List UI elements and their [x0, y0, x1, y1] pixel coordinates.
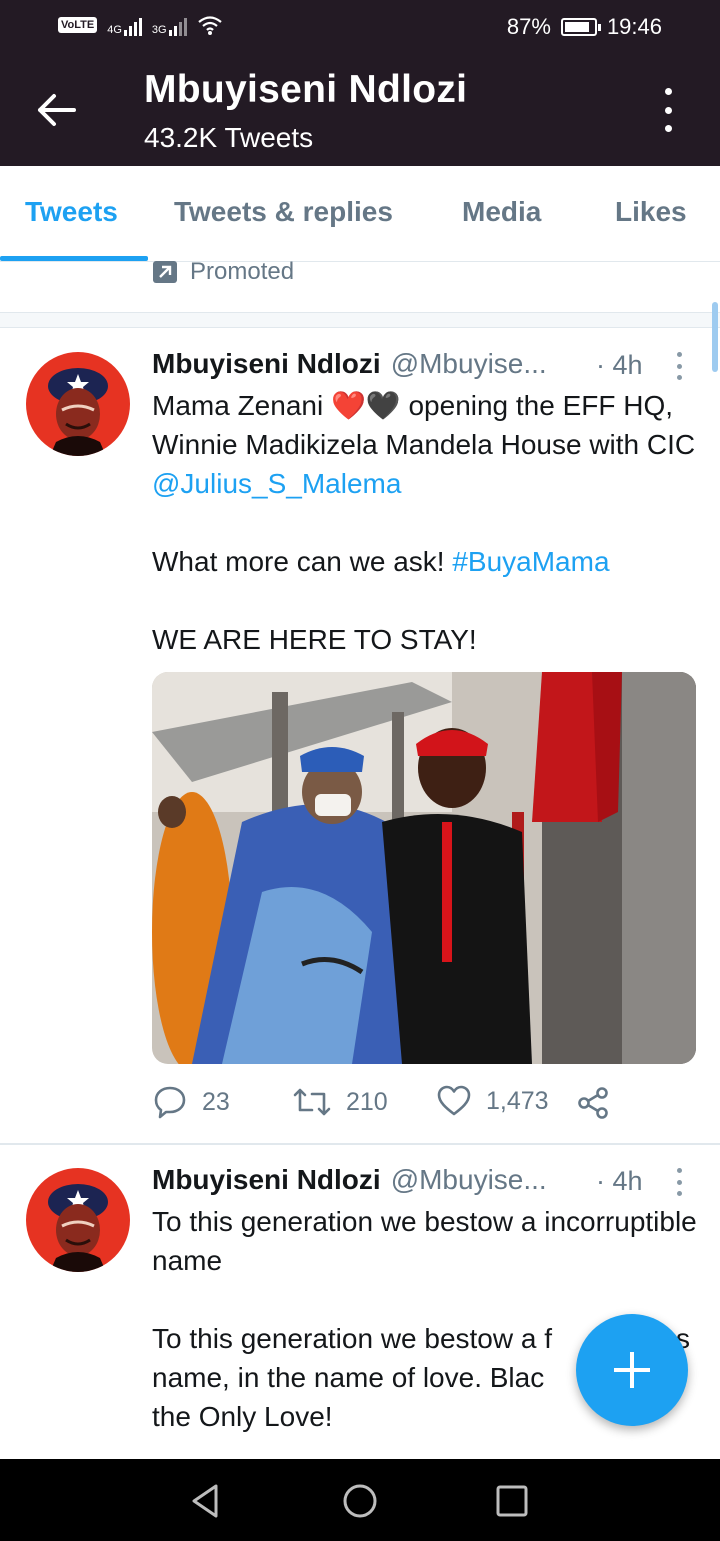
- tweet-divider: [0, 1143, 720, 1145]
- like-button[interactable]: 1,473: [436, 1084, 549, 1118]
- tweet-actions: 23 210 1,473: [152, 1084, 622, 1124]
- tweet-author-name[interactable]: Mbuyiseni Ndlozi: [152, 348, 381, 380]
- retweet-button[interactable]: 210: [292, 1084, 388, 1120]
- tweet-text-part: WE ARE HERE TO STAY!: [152, 624, 477, 655]
- hashtag-link[interactable]: #BuyaMama: [452, 546, 609, 577]
- tweet-text-part: To this generation we bestow a incorrupt…: [152, 1206, 697, 1276]
- nav-back-icon[interactable]: [186, 1481, 226, 1521]
- nav-home-icon[interactable]: [340, 1481, 380, 1521]
- tweet-time: · 4h: [596, 1166, 643, 1196]
- reply-count: 23: [202, 1087, 230, 1116]
- heart-icon: [437, 1085, 471, 1116]
- tweet-text-part: To this generation we bestow a f: [152, 1323, 553, 1354]
- mention-link[interactable]: @Julius_S_Malema: [152, 468, 401, 499]
- reply-button[interactable]: 23: [152, 1084, 230, 1120]
- tweet-text-part: What more can we ask!: [152, 546, 453, 577]
- like-count: 1,473: [486, 1086, 549, 1115]
- tweet-author-handle[interactable]: @Mbuyise...: [391, 348, 547, 380]
- share-icon[interactable]: [576, 1086, 610, 1120]
- avatar[interactable]: [26, 1168, 130, 1272]
- retweet-icon: [293, 1088, 331, 1116]
- compose-tweet-button[interactable]: [576, 1314, 688, 1426]
- nav-recents-icon[interactable]: [492, 1481, 532, 1521]
- system-nav-bar: [0, 1459, 720, 1541]
- tweet-menu-icon[interactable]: [672, 352, 686, 380]
- reply-icon: [154, 1086, 186, 1119]
- tweet[interactable]: Mbuyiseni Ndlozi @Mbuyise... · 4h Mama Z…: [0, 0, 720, 1143]
- tweet-author-name[interactable]: Mbuyiseni Ndlozi: [152, 1164, 381, 1196]
- tweet-author-handle[interactable]: @Mbuyise...: [391, 1164, 547, 1196]
- tweet-text: Mama Zenani ❤️🖤 opening the EFF HQ, Winn…: [152, 386, 702, 659]
- tweet-photo[interactable]: [152, 672, 696, 1064]
- tweet-text-part: Mama Zenani ❤️🖤 opening the EFF HQ, Winn…: [152, 390, 696, 460]
- retweet-count: 210: [346, 1087, 388, 1116]
- tweet-time: · 4h: [596, 350, 643, 380]
- avatar[interactable]: [26, 352, 130, 456]
- tweet-menu-icon[interactable]: [672, 1168, 686, 1196]
